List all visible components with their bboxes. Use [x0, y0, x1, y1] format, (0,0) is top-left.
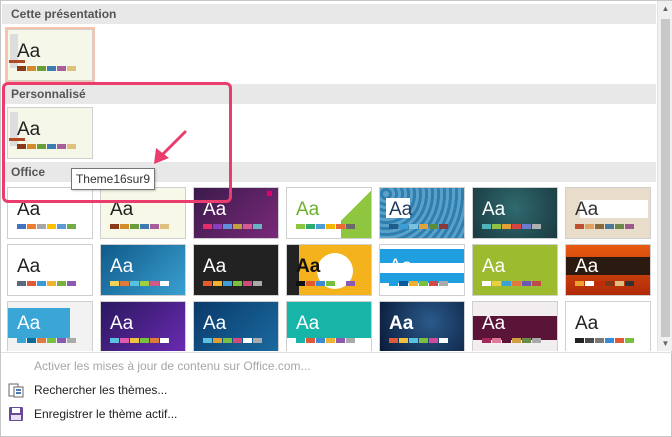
- annotation-arrow-icon: [154, 130, 187, 164]
- theme-tooltip: Theme16sur9: [71, 168, 155, 190]
- theme-gallery-dropdown: Cette présentation Aa Personnalisé Aa Of…: [0, 0, 672, 437]
